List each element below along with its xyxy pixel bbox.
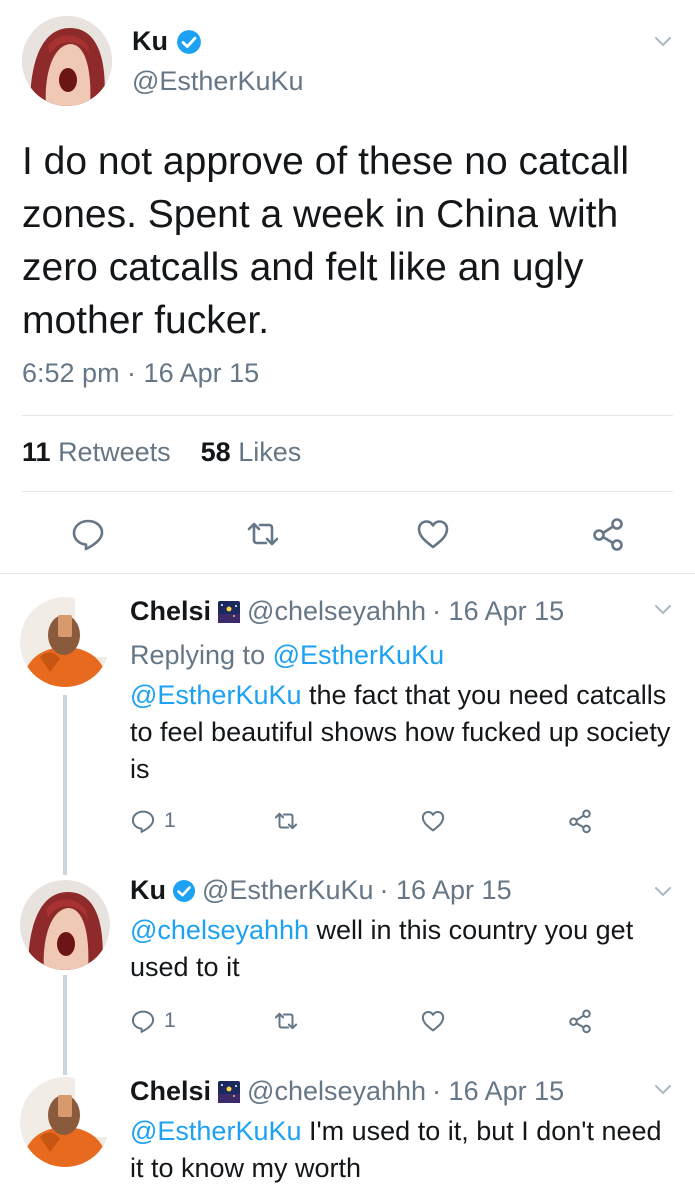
retweets-count: 11 (22, 437, 51, 467)
like-icon (420, 808, 446, 834)
retweets-label: Retweets (58, 437, 171, 467)
thread-line (63, 975, 67, 1075)
like-icon (420, 1008, 446, 1034)
replying-to-handle-link[interactable]: @EstherKuKu (273, 640, 445, 670)
reply-count: 1 (164, 809, 176, 832)
share-button[interactable] (567, 1008, 593, 1034)
like-button[interactable] (420, 1008, 446, 1034)
retweet-icon (273, 808, 299, 834)
retweet-button[interactable] (245, 516, 281, 552)
like-button[interactable] (420, 808, 446, 834)
author-handle[interactable]: @EstherKuKu (132, 66, 304, 97)
share-icon (567, 808, 593, 834)
reply-button[interactable]: 1 (130, 1008, 176, 1034)
chevron-down-icon[interactable] (652, 598, 674, 620)
like-icon (415, 516, 451, 552)
verified-badge-icon (176, 29, 202, 55)
avatar-ku[interactable] (22, 16, 112, 106)
avatar-chelsi[interactable] (20, 1077, 110, 1167)
share-icon (590, 516, 626, 552)
thread-line (63, 695, 67, 875)
like-button[interactable] (415, 516, 451, 552)
chevron-down-icon[interactable] (652, 1078, 674, 1100)
reply-button[interactable] (70, 516, 106, 552)
avatar-ku[interactable] (20, 880, 110, 970)
author-name[interactable]: Ku (132, 26, 202, 57)
reply-header: Ku @EstherKuKu · 16 Apr 15 (130, 875, 512, 906)
reply-button[interactable]: 1 (130, 808, 176, 834)
reply-header: Chelsi @chelseyahhh · 16 Apr 15 (130, 596, 564, 627)
divider (22, 415, 673, 416)
chevron-down-icon[interactable] (652, 30, 674, 52)
retweet-icon (273, 1008, 299, 1034)
divider (22, 491, 673, 492)
retweet-button[interactable] (273, 808, 299, 834)
mention-link[interactable]: @EstherKuKu (130, 680, 302, 710)
reply-date[interactable]: · 16 Apr 15 (432, 1076, 564, 1107)
mention-link[interactable]: @EstherKuKu (130, 1116, 302, 1146)
reply-text: @EstherKuKu the fact that you need catca… (130, 677, 675, 788)
avatar-chelsi[interactable] (20, 597, 110, 687)
reply-author-name[interactable]: Chelsi (130, 596, 211, 627)
reply-author-handle[interactable]: @chelseyahhh (247, 1076, 426, 1107)
reply-text: @chelseyahhh well in this country you ge… (130, 912, 675, 986)
retweet-icon (245, 516, 281, 552)
reply-author-handle[interactable]: @chelseyahhh (247, 596, 426, 627)
reply-icon (130, 1008, 156, 1034)
night-sky-emoji-icon (217, 1080, 241, 1104)
likes-count: 58 (200, 437, 231, 467)
section-separator (0, 573, 695, 574)
tweet-stats: 11 Retweets 58 Likes (22, 437, 301, 468)
share-button[interactable] (590, 516, 626, 552)
reply-author-name[interactable]: Chelsi (130, 1076, 211, 1107)
reply-icon (70, 516, 106, 552)
replying-to: Replying to @EstherKuKu (130, 637, 675, 674)
tweet-text: I do not approve of these no catcall zon… (22, 140, 630, 342)
reply-author-handle[interactable]: @EstherKuKu (202, 875, 374, 906)
share-icon (567, 1008, 593, 1034)
author-name-text[interactable]: Ku (132, 26, 168, 57)
reply-header: Chelsi @chelseyahhh · 16 Apr 15 (130, 1076, 564, 1107)
chevron-down-icon[interactable] (652, 880, 674, 902)
reply-date[interactable]: · 16 Apr 15 (432, 596, 564, 627)
retweets-stat[interactable]: 11 Retweets (22, 437, 171, 467)
retweet-button[interactable] (273, 1008, 299, 1034)
reply-count: 1 (164, 1009, 176, 1032)
replying-to-label: Replying to (130, 640, 266, 670)
reply-icon (130, 808, 156, 834)
likes-label: Likes (238, 437, 302, 467)
reply-text: @EstherKuKu I'm used to it, but I don't … (130, 1113, 675, 1187)
share-button[interactable] (567, 808, 593, 834)
verified-badge-icon (172, 879, 196, 903)
tweet-timestamp[interactable]: 6:52 pm · 16 Apr 15 (22, 358, 259, 389)
likes-stat[interactable]: 58 Likes (201, 437, 302, 467)
mention-link[interactable]: @chelseyahhh (130, 915, 309, 945)
reply-date[interactable]: · 16 Apr 15 (380, 875, 512, 906)
reply-author-name[interactable]: Ku (130, 875, 166, 906)
night-sky-emoji-icon (217, 600, 241, 624)
